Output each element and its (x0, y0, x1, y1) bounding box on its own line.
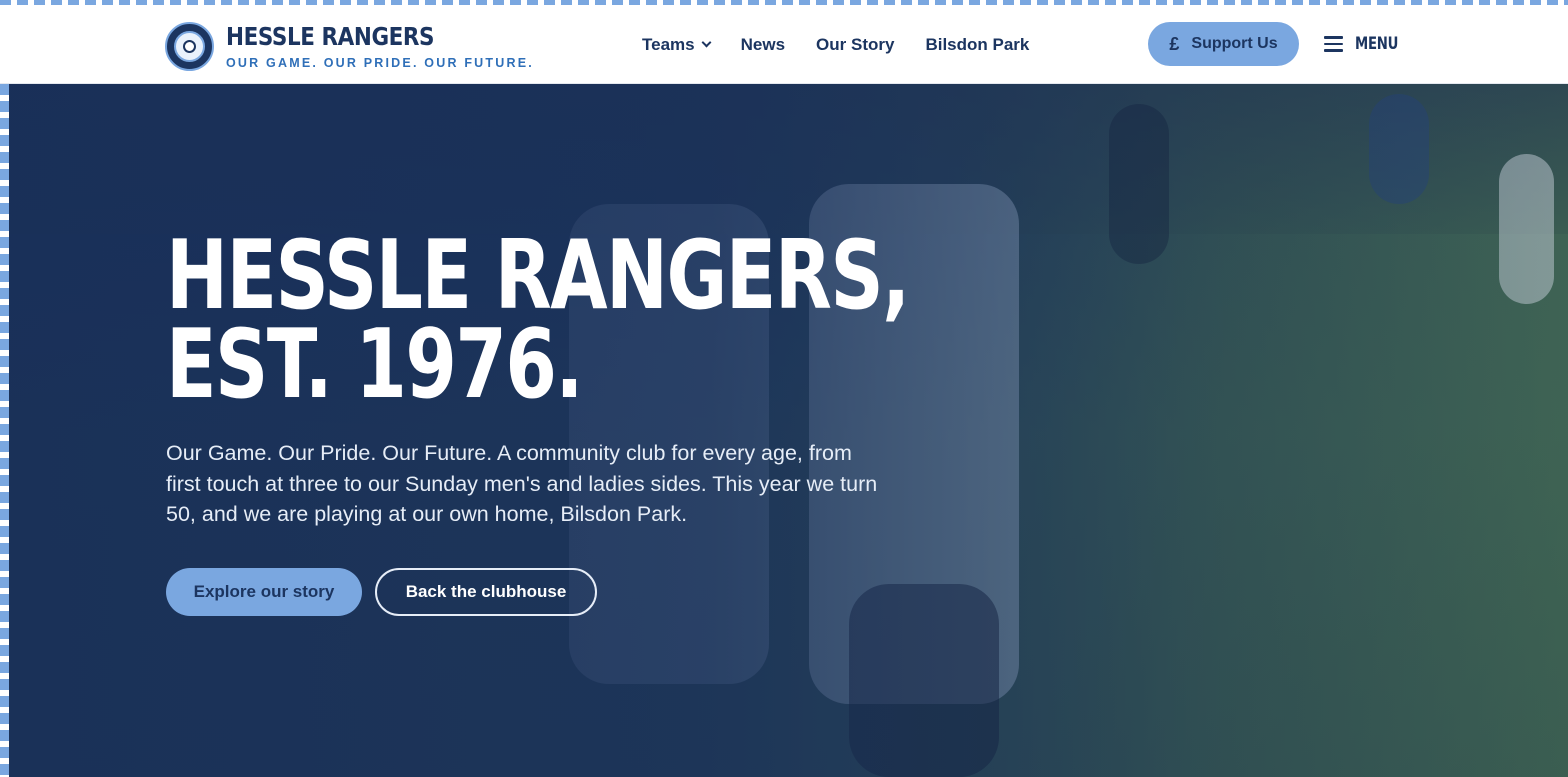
nav-item-news[interactable]: News (741, 35, 785, 55)
nav-item-label: Teams (642, 35, 695, 54)
main-nav: Teams News Our Story Bilsdon Park (642, 34, 1060, 56)
explore-our-story-button[interactable]: Explore our story (166, 568, 362, 616)
chevron-down-icon (701, 37, 712, 47)
site-header: HESSLE RANGERS OUR GAME. OUR PRIDE. OUR … (0, 5, 1568, 84)
nav-item-teams[interactable]: Teams (642, 35, 712, 55)
nav-item-label: Bilsdon Park (925, 35, 1030, 54)
brand-logo-link[interactable]: HESSLE RANGERS OUR GAME. OUR PRIDE. OUR … (165, 20, 534, 72)
brand-tagline: OUR GAME. OUR PRIDE. OUR FUTURE. (226, 55, 534, 70)
hero-section: HESSLE RANGERS, EST. 1976. Our Game. Our… (9, 84, 1568, 777)
pound-icon: £ (1169, 33, 1180, 54)
hero-title-line-2: EST. 1976. (166, 310, 584, 420)
nav-item-our-story[interactable]: Our Story (816, 35, 894, 55)
menu-button[interactable]: MENU (1324, 32, 1410, 56)
brand-name: HESSLE RANGERS (226, 21, 435, 51)
hero-overlay (9, 84, 1568, 777)
nav-item-label: News (740, 35, 786, 54)
nav-item-label: Our Story (816, 35, 895, 54)
club-crest-icon (165, 21, 214, 71)
nav-item-bilsdon-park[interactable]: Bilsdon Park (925, 35, 1029, 55)
back-the-clubhouse-button[interactable]: Back the clubhouse (375, 568, 597, 616)
hero-title: HESSLE RANGERS, EST. 1976. (166, 229, 910, 413)
left-stripe-border (0, 84, 9, 777)
top-stripe-border (0, 0, 1568, 5)
hamburger-icon (1324, 36, 1343, 52)
support-us-label: Support Us (1191, 35, 1278, 52)
hero-description: Our Game. Our Pride. Our Future. A commu… (166, 441, 878, 526)
support-us-button[interactable]: £ Support Us (1148, 22, 1299, 66)
menu-label: MENU (1355, 34, 1399, 54)
brand-text: HESSLE RANGERS OUR GAME. OUR PRIDE. OUR … (226, 23, 534, 70)
